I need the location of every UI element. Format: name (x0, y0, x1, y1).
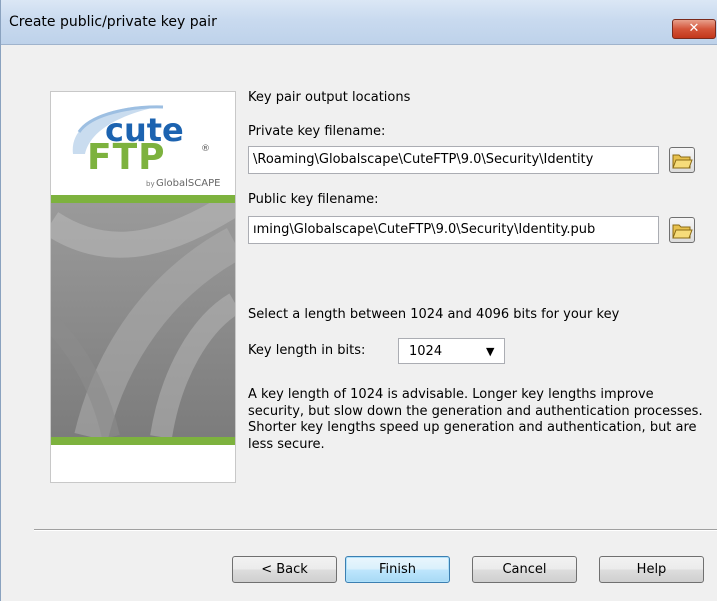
road-curves-graphic (51, 203, 235, 437)
section-heading: Key pair output locations (248, 90, 411, 105)
finish-button[interactable]: Finish (345, 556, 450, 583)
green-stripe-top (51, 195, 235, 203)
branding-panel: cute FTP ® by GlobalSCAPE (50, 91, 236, 483)
decorative-art (51, 203, 235, 437)
key-length-advice: A key length of 1024 is advisable. Longe… (248, 387, 703, 452)
public-key-label: Public key filename: (248, 192, 379, 207)
cuteftp-logo: cute FTP ® by GlobalSCAPE (51, 92, 235, 194)
close-button[interactable]: ✕ (672, 19, 716, 39)
back-button[interactable]: < Back (232, 556, 337, 583)
logo-registered-mark: ® (201, 144, 210, 154)
length-instruction: Select a length between 1024 and 4096 bi… (248, 307, 620, 322)
dialog-window: Create public/private key pair ✕ cute FT… (0, 0, 717, 601)
key-length-select[interactable]: 1024 ▼ (398, 338, 505, 364)
logo-ftp-text: FTP (87, 137, 166, 178)
public-key-input[interactable]: ıming\Globalscape\CuteFTP\9.0\Security\I… (248, 216, 659, 244)
key-length-value: 1024 (409, 344, 443, 359)
title-bar[interactable]: Create public/private key pair ✕ (1, 0, 717, 45)
folder-open-icon (672, 154, 693, 169)
dialog-title: Create public/private key pair (9, 14, 217, 30)
browse-private-button[interactable] (669, 147, 695, 173)
close-icon: ✕ (688, 21, 700, 36)
public-key-value: ıming\Globalscape\CuteFTP\9.0\Security\I… (253, 222, 596, 237)
private-key-value: \Roaming\Globalscape\CuteFTP\9.0\Securit… (253, 152, 594, 167)
private-key-input[interactable]: \Roaming\Globalscape\CuteFTP\9.0\Securit… (248, 146, 659, 174)
chevron-down-icon: ▼ (486, 345, 495, 358)
button-separator (34, 529, 717, 531)
cancel-button[interactable]: Cancel (472, 556, 577, 583)
logo-company-text: GlobalSCAPE (156, 178, 221, 189)
key-length-label: Key length in bits: (248, 343, 366, 358)
help-button[interactable]: Help (599, 556, 704, 583)
green-stripe-bottom (51, 437, 235, 445)
browse-public-button[interactable] (669, 217, 695, 243)
logo-by-text: by (146, 180, 155, 188)
folder-open-icon (672, 224, 693, 239)
private-key-label: Private key filename: (248, 124, 386, 139)
